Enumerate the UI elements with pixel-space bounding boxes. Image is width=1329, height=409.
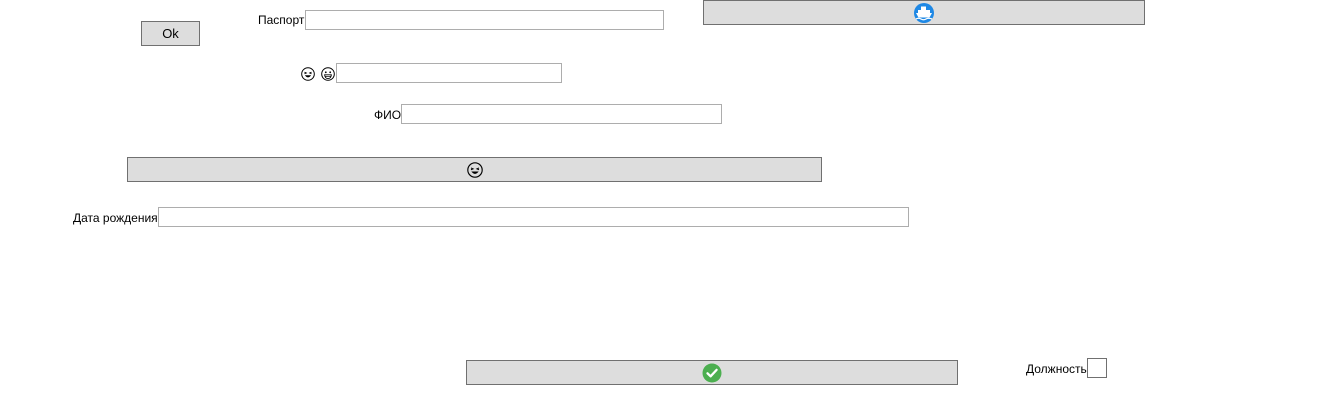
emoji-field[interactable] bbox=[336, 63, 562, 83]
ship-icon bbox=[914, 2, 934, 23]
fio-label: ФИО bbox=[374, 108, 402, 122]
ship-button[interactable] bbox=[703, 0, 1145, 25]
laughing-face-icon bbox=[301, 67, 315, 81]
grinning-face-icon bbox=[321, 67, 335, 81]
birthdate-label: Дата рождения bbox=[73, 211, 158, 225]
birthdate-field[interactable] bbox=[158, 207, 909, 227]
position-label: Должность bbox=[1026, 362, 1087, 376]
confirm-button[interactable] bbox=[466, 360, 958, 385]
passport-field[interactable] bbox=[305, 10, 664, 30]
ok-button-label: Ok bbox=[162, 26, 179, 41]
check-circle-icon bbox=[702, 363, 722, 382]
ok-button[interactable]: Ok bbox=[141, 21, 200, 46]
emoji-button[interactable] bbox=[127, 157, 822, 182]
position-checkbox[interactable] bbox=[1087, 358, 1107, 378]
fio-field[interactable] bbox=[401, 104, 722, 124]
laughing-face-icon bbox=[466, 161, 483, 178]
passport-label: Паспорт bbox=[258, 13, 305, 27]
